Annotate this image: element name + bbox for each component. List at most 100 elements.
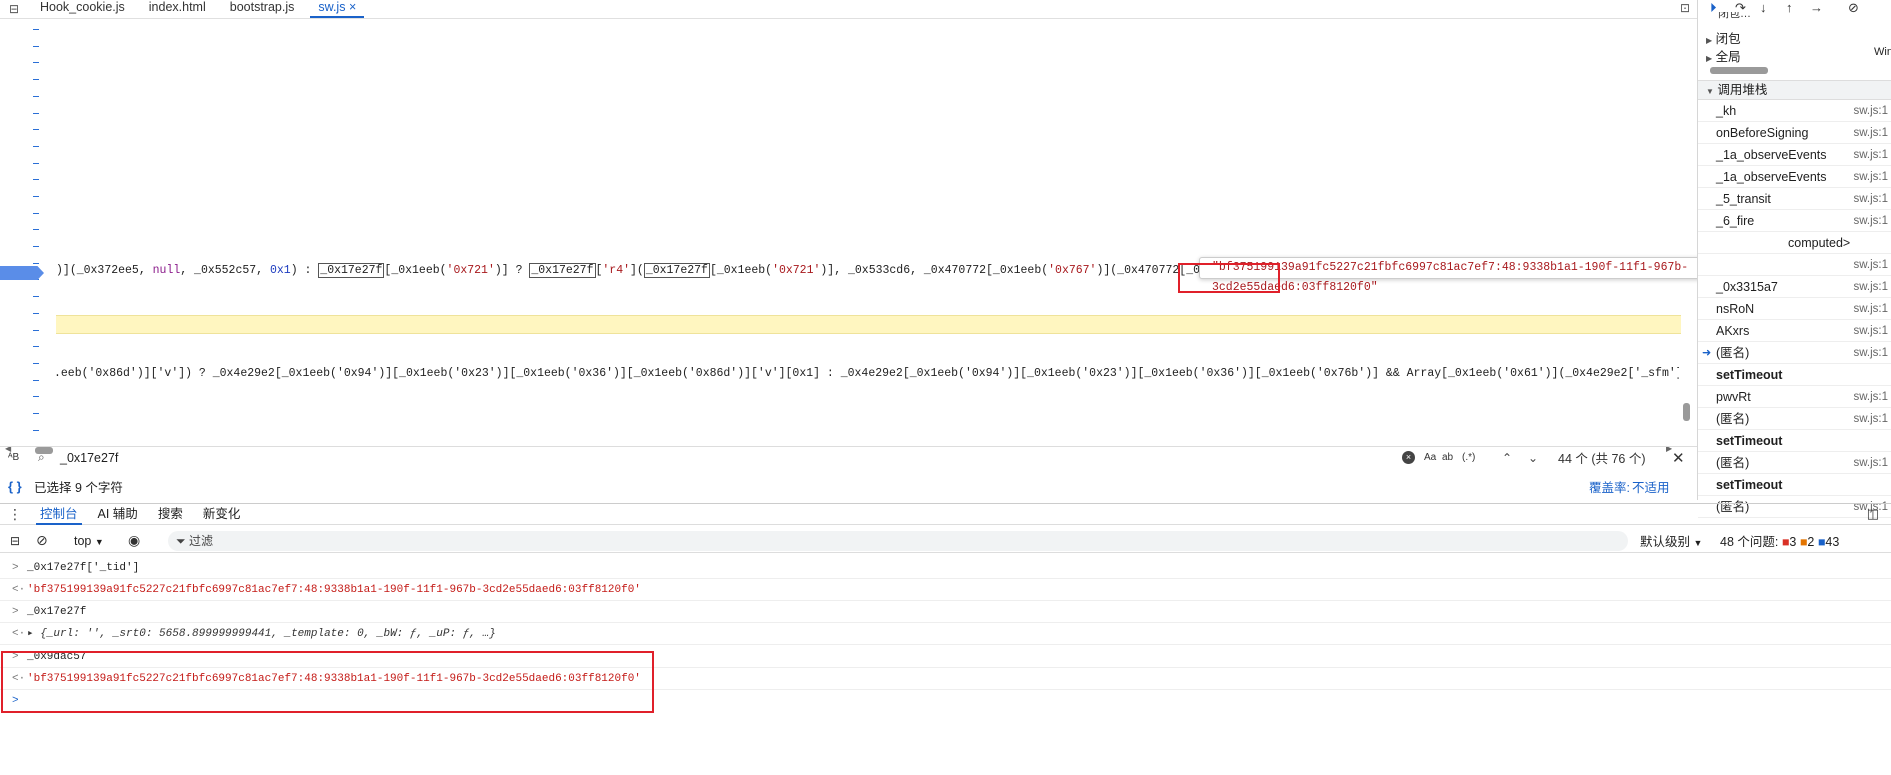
- frame-location: sw.js:1: [1853, 303, 1888, 315]
- close-search-icon[interactable]: ✕: [1672, 449, 1685, 467]
- tab-index-html[interactable]: index.html: [137, 0, 218, 18]
- console-entry[interactable]: <· ▸ {_url: '', _srt0: 5658.899999999441,…: [0, 623, 1891, 645]
- match-case-button[interactable]: Aa: [1424, 452, 1436, 463]
- code-token: '0x721': [446, 264, 495, 277]
- toggle-navigator-icon[interactable]: ⊟: [6, 2, 22, 16]
- frame-location: sw.js:1: [1853, 413, 1888, 425]
- clear-search-icon[interactable]: ×: [1402, 451, 1415, 464]
- collapse-icon: ▼: [1706, 87, 1714, 96]
- code-token: '0x721': [772, 264, 821, 277]
- frame-function: _5_transit: [1716, 192, 1771, 206]
- clear-console-icon[interactable]: ⊘: [36, 532, 48, 549]
- tab-bootstrap[interactable]: bootstrap.js: [218, 0, 307, 18]
- pretty-print-icon[interactable]: { }: [8, 479, 22, 494]
- input-chevron-icon: >: [12, 562, 19, 574]
- tab-search[interactable]: 搜索: [148, 504, 193, 525]
- coverage-value[interactable]: 不适用: [1632, 477, 1670, 496]
- callstack-frame[interactable]: AKxrs sw.js:1: [1698, 320, 1891, 342]
- callstack-frame[interactable]: (匿名) sw.js:1: [1698, 408, 1891, 430]
- callstack-frame[interactable]: _6_fire sw.js:1: [1698, 210, 1891, 232]
- frame-function: pwvRt: [1716, 390, 1751, 404]
- line-marker: [33, 62, 39, 63]
- editor-tab-bar: ⊟ Hook_cookie.js index.html bootstrap.js…: [0, 0, 1697, 19]
- line-marker: [33, 330, 39, 331]
- sidebar-toggle-icon[interactable]: ⊟: [10, 534, 20, 548]
- filter-input[interactable]: ⏷ 过滤: [168, 531, 1628, 551]
- line-gutter[interactable]: [0, 20, 55, 440]
- frame-location: sw.js:1: [1853, 281, 1888, 293]
- vertical-scrollbar[interactable]: [1683, 403, 1690, 421]
- execution-line-marker[interactable]: [0, 266, 44, 280]
- callstack-frame[interactable]: nsRoN sw.js:1: [1698, 298, 1891, 320]
- console-text: _0x17e27f: [27, 606, 87, 618]
- tab-sw-js[interactable]: sw.js ×: [306, 0, 368, 18]
- callstack-frame[interactable]: (匿名) sw.js:1: [1698, 452, 1891, 474]
- callstack-frame[interactable]: computed>: [1698, 232, 1891, 254]
- callstack-frame[interactable]: _5_transit sw.js:1: [1698, 188, 1891, 210]
- match-case-toggle-icon[interactable]: ᴬB: [8, 452, 19, 463]
- tab-ai-assist[interactable]: AI 辅助: [88, 504, 148, 525]
- line-marker: [33, 380, 39, 381]
- log-level-dropdown[interactable]: 默认级别 ▼: [1640, 531, 1702, 550]
- dock-side-icon[interactable]: ◫: [1867, 506, 1879, 522]
- tab-console[interactable]: 控制台: [30, 504, 88, 525]
- regex-button[interactable]: (.*): [1462, 452, 1475, 463]
- resume-icon[interactable]: ⏵: [1710, 0, 1717, 16]
- step-into-icon[interactable]: ↓: [1760, 0, 1767, 15]
- scope-global[interactable]: ▶ 全局Windo: [1706, 46, 1891, 65]
- console-text: 'bf375199139a91fc5227c21fbfc6997c81ac7ef…: [27, 584, 641, 596]
- code-line[interactable]: .eeb('0x86d')]['v']) ? _0x4e29e2[_0x1eeb…: [54, 367, 1679, 380]
- expand-icon: ▶: [1706, 36, 1713, 45]
- context-selector[interactable]: top ▼: [74, 534, 104, 548]
- line-marker: [33, 96, 39, 97]
- callstack-frame[interactable]: _kh sw.js:1: [1698, 100, 1891, 122]
- tab-whats-new[interactable]: 新变化: [193, 504, 251, 525]
- line-marker: [33, 430, 39, 431]
- step-out-icon[interactable]: ↑: [1786, 0, 1793, 15]
- previous-match-icon[interactable]: ⌃: [1502, 451, 1512, 465]
- frame-function: setTimeout: [1716, 434, 1783, 448]
- more-tabs-icon[interactable]: ⋮: [0, 506, 30, 523]
- close-tab-icon[interactable]: ×: [349, 0, 356, 14]
- console-text: _0x17e27f['_tid']: [27, 562, 140, 574]
- callstack-frame[interactable]: pwvRt sw.js:1: [1698, 386, 1891, 408]
- callstack-frame[interactable]: (匿名) sw.js:1 ➜: [1698, 342, 1891, 364]
- code-token[interactable]: _0x17e27f: [318, 263, 385, 278]
- live-expression-eye-icon[interactable]: ◉: [128, 532, 140, 549]
- scope-partial: 闭包…: [1718, 12, 1751, 20]
- frame-location: sw.js:1: [1853, 127, 1888, 139]
- frame-function: _0x3315a7: [1716, 280, 1778, 294]
- scope-closure[interactable]: ▶ 闭包: [1706, 28, 1741, 47]
- tab-hook-cookie[interactable]: Hook_cookie.js: [28, 0, 137, 18]
- frame-function: _6_fire: [1716, 214, 1755, 228]
- drawer-tab-bar: ⋮ 控制台 AI 辅助 搜索 新变化 ◫: [0, 503, 1891, 525]
- sidebar-scrollbar[interactable]: [1710, 67, 1768, 74]
- frame-location: sw.js:1: [1853, 325, 1888, 337]
- callstack-header[interactable]: ▼ 调用堆栈: [1698, 80, 1891, 100]
- whole-word-icon[interactable]: ab: [1442, 452, 1453, 463]
- console-entry: <·'bf375199139a91fc5227c21fbfc6997c81ac7…: [0, 579, 1891, 601]
- frame-function: setTimeout: [1716, 368, 1783, 382]
- input-chevron-icon: >: [12, 606, 19, 618]
- line-marker: [33, 196, 39, 197]
- search-input[interactable]: _0x17e27f: [60, 451, 118, 465]
- callstack-frame[interactable]: _1a_observeEvents sw.js:1: [1698, 166, 1891, 188]
- code-token: _0x1eeb(: [992, 264, 1049, 277]
- debugger-sidebar: ⏵ ↷ ↓ ↑ → ⊘ 闭包… ▶ 闭包 ▶ 全局Windo ▼ 调用堆栈 _k…: [1697, 0, 1891, 518]
- filter-icon: ⏷: [176, 534, 186, 548]
- code-token[interactable]: _0x17e27f: [529, 263, 596, 278]
- code-token: (: [636, 264, 644, 277]
- callstack-frame[interactable]: sw.js:1: [1698, 254, 1891, 276]
- expand-icon: ▶: [1706, 54, 1713, 63]
- toggle-debugger-icon[interactable]: ⊡: [1677, 1, 1693, 15]
- deactivate-breakpoints-icon[interactable]: ⊘: [1848, 0, 1859, 16]
- callstack-frame[interactable]: _1a_observeEvents sw.js:1: [1698, 144, 1891, 166]
- code-editor[interactable]: )](_0x372ee5, null, _0x552c57, 0x1) : _0…: [0, 20, 1818, 454]
- callstack-frame[interactable]: _0x3315a7 sw.js:1: [1698, 276, 1891, 298]
- issues-counter[interactable]: 48 个问题: ■3 ■2 ■43: [1720, 531, 1839, 550]
- step-icon[interactable]: →: [1810, 0, 1823, 15]
- next-match-icon[interactable]: ⌄: [1528, 451, 1538, 465]
- line-marker: [33, 313, 39, 314]
- callstack-frame[interactable]: onBeforeSigning sw.js:1: [1698, 122, 1891, 144]
- code-token[interactable]: _0x17e27f: [643, 263, 710, 278]
